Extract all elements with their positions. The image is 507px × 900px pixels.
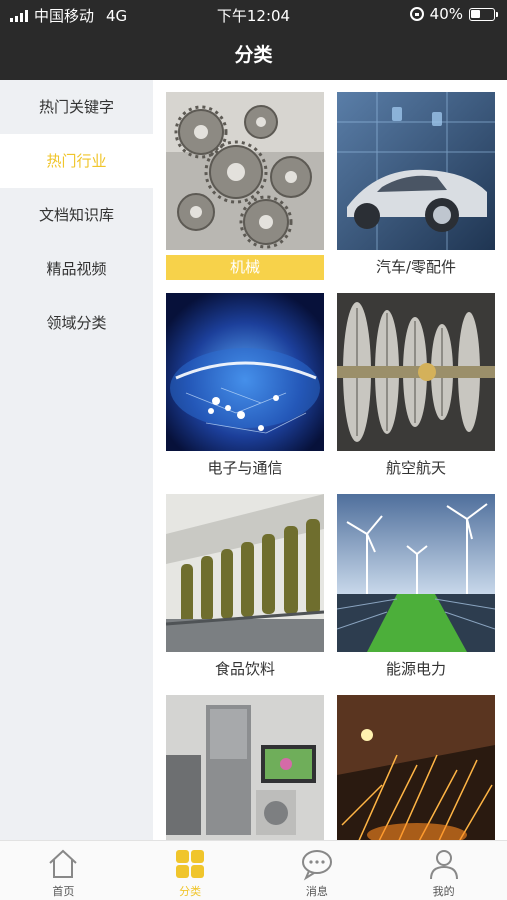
battery-percent: 40%: [429, 5, 463, 23]
sidebar-item-label: 热门关键字: [38, 98, 114, 116]
category-image-bottling-line: [166, 494, 324, 652]
category-image-network-globe: [166, 293, 324, 451]
tab-profile[interactable]: 我的: [380, 841, 507, 900]
category-card-machinery[interactable]: 机械: [166, 92, 324, 280]
category-card-energy[interactable]: 能源电力: [337, 494, 495, 682]
rotation-lock-icon: [409, 7, 424, 21]
tab-label: 消息: [305, 885, 328, 898]
category-image-sparks: [337, 695, 495, 840]
tab-category[interactable]: 分类: [127, 841, 254, 900]
sidebar-item-label: 领域分类: [46, 314, 107, 332]
category-image-turbine: [337, 293, 495, 451]
sidebar-item-premium-videos[interactable]: 精品视频: [0, 242, 153, 296]
category-label: 机械: [166, 255, 324, 280]
battery-icon: [469, 7, 498, 21]
tab-label: 我的: [432, 885, 455, 898]
category-image-appliances: [166, 695, 324, 840]
header: 中国移动 4G 下午12:04 40% 分类: [0, 0, 507, 80]
user-icon: [429, 850, 458, 880]
category-label: 航空航天: [385, 459, 446, 477]
category-card-metallurgy[interactable]: [337, 695, 495, 840]
message-icon: [301, 850, 332, 881]
category-image-car: [337, 92, 495, 250]
category-card-appliances[interactable]: [166, 695, 324, 840]
page-title: 分类: [234, 44, 273, 66]
category-grid: 机械 汽车/零配件 电子与通信 航空航天 食品饮料 能源电力: [153, 80, 507, 840]
tab-label: 分类: [179, 885, 202, 898]
category-label: 电子与通信: [207, 459, 283, 477]
sidebar-item-label: 文档知识库: [38, 206, 114, 224]
home-icon: [49, 849, 78, 878]
sidebar-item-domain-categories[interactable]: 领域分类: [0, 296, 153, 350]
category-label: 食品饮料: [214, 660, 275, 678]
category-image-solar-wind: [337, 494, 495, 652]
category-label: 能源电力: [385, 660, 446, 678]
tab-home[interactable]: 首页: [0, 841, 127, 900]
sidebar: 热门关键字 热门行业 文档知识库 精品视频 领域分类: [0, 80, 153, 840]
grid-icon: [176, 850, 205, 878]
category-label: 汽车/零配件: [375, 258, 457, 276]
status-right: 40%: [409, 5, 498, 23]
category-card-electronics[interactable]: 电子与通信: [166, 293, 324, 481]
category-card-automotive[interactable]: 汽车/零配件: [337, 92, 495, 280]
category-card-aerospace[interactable]: 航空航天: [337, 293, 495, 481]
category-card-food-beverage[interactable]: 食品饮料: [166, 494, 324, 682]
status-bar: 中国移动 4G 下午12:04 40%: [0, 0, 507, 28]
tab-label: 首页: [52, 885, 75, 898]
sidebar-item-label: 精品视频: [46, 260, 107, 278]
tab-messages[interactable]: 消息: [254, 841, 381, 900]
sidebar-item-hot-industries[interactable]: 热门行业: [0, 134, 153, 188]
sidebar-item-document-library[interactable]: 文档知识库: [0, 188, 153, 242]
category-image-gears: [166, 92, 324, 250]
bottom-tab-bar: 首页 分类 消息 我的: [0, 840, 507, 900]
sidebar-item-label: 热门行业: [46, 152, 107, 170]
sidebar-item-hot-keywords[interactable]: 热门关键字: [0, 80, 153, 134]
